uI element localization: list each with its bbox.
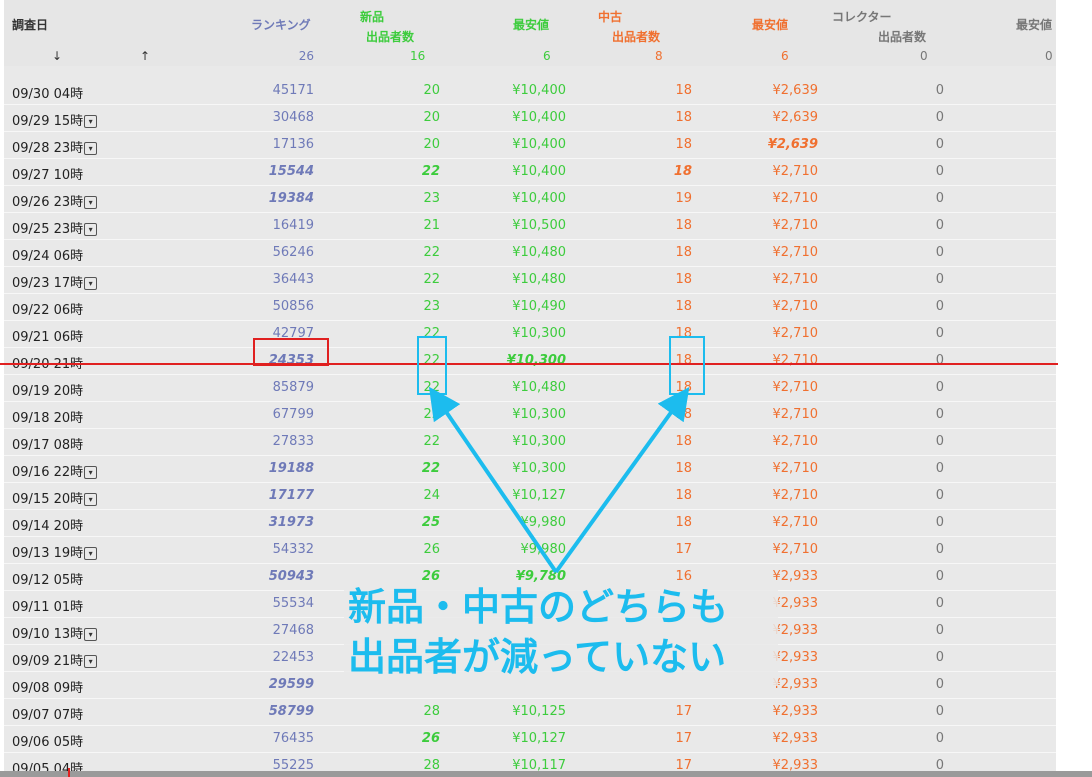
- arrow-to-new: [428, 386, 558, 574]
- annotation-line-1: 新品・中古のどちらも: [348, 585, 729, 629]
- annotation-line-2: 出品者が減っていない: [348, 635, 727, 679]
- bottom-scrollbar[interactable]: [0, 771, 1092, 777]
- arrow-to-used: [554, 387, 690, 574]
- annotation-callout: 新品・中古のどちらも 出品者が減っていない: [344, 582, 778, 686]
- red-tick-mark: [68, 768, 70, 777]
